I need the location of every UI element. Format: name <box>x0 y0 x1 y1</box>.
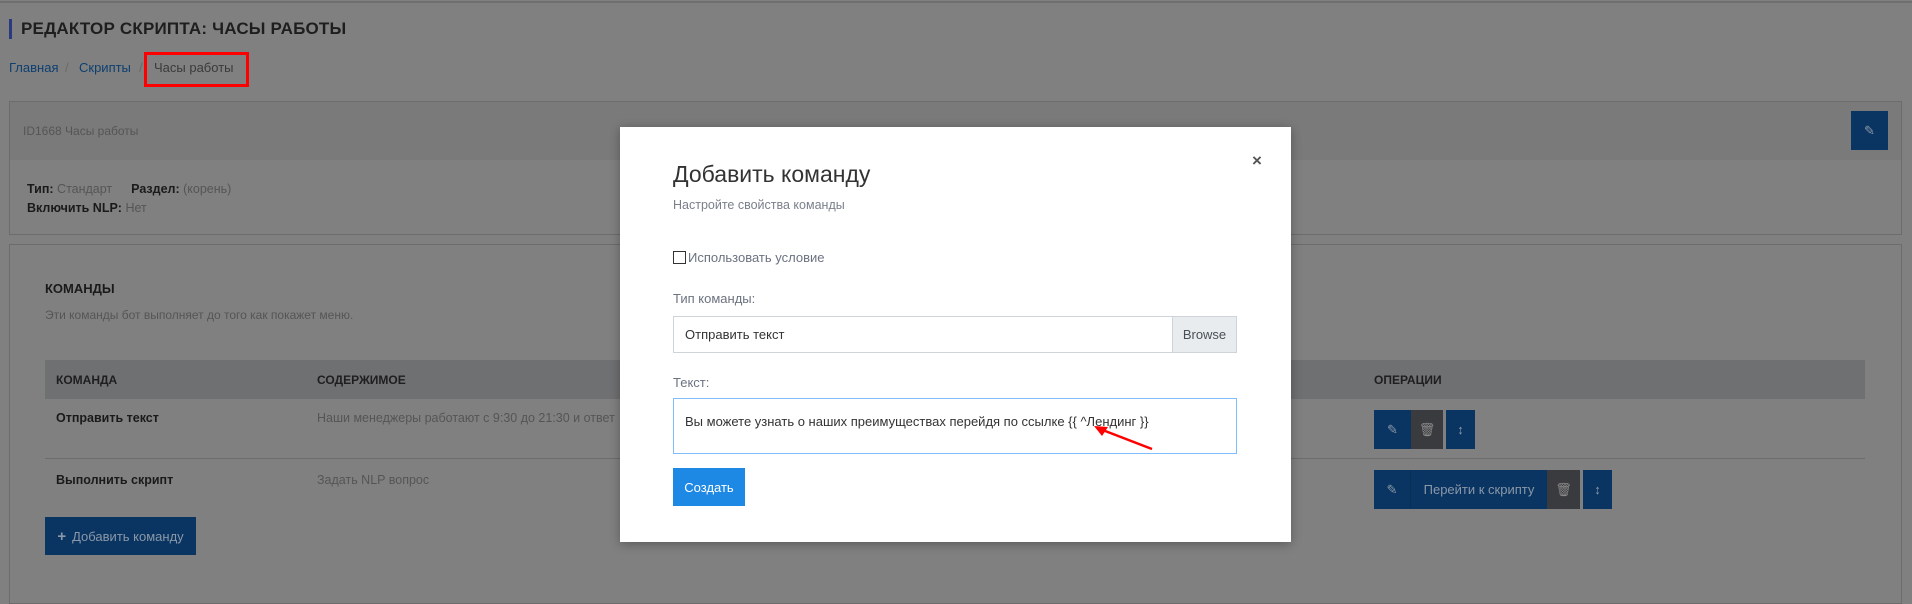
breadcrumb-separator: / <box>139 60 143 75</box>
command-type-input[interactable] <box>673 316 1173 353</box>
nlp-value: Нет <box>125 201 147 215</box>
goto-script-button[interactable]: Перейти к скрипту <box>1411 470 1547 509</box>
nlp-label: Включить NLP: <box>27 201 122 215</box>
trash-icon: 🗑 <box>1555 481 1572 497</box>
row-1-command: Отправить текст <box>56 411 159 425</box>
row-2-command: Выполнить скрипт <box>56 473 174 487</box>
column-header-command: КОМАНДА <box>56 373 118 387</box>
use-condition-checkbox-row[interactable]: Использовать условие <box>673 250 825 265</box>
type-value: Стандарт <box>57 182 113 196</box>
column-header-operations: ОПЕРАЦИИ <box>1374 373 1442 387</box>
annotation-highlight-box <box>144 52 249 87</box>
commands-description: Эти команды бот выполняет до того как по… <box>45 308 354 322</box>
create-button[interactable]: Создать <box>673 468 745 506</box>
breadcrumb-home[interactable]: Главная <box>9 60 58 75</box>
delete-command-button[interactable]: 🗑 <box>1411 410 1443 449</box>
type-label: Тип: <box>27 182 54 196</box>
edit-icon: ✎ <box>1386 481 1398 497</box>
row-1-operations: ✎ 🗑 ↕ <box>1374 410 1475 449</box>
add-command-label: Добавить команду <box>72 528 184 544</box>
close-button[interactable]: × <box>1252 126 1262 196</box>
column-header-content: СОДЕРЖИМОЕ <box>317 373 406 387</box>
breadcrumb-separator: / <box>65 60 69 75</box>
delete-command-button[interactable]: 🗑 <box>1547 470 1580 509</box>
text-label: Текст: <box>673 375 710 390</box>
edit-command-button[interactable]: ✎ <box>1374 470 1411 509</box>
modal-subtitle: Настройте свойства команды <box>673 198 845 212</box>
section-label: Раздел: <box>131 182 180 196</box>
use-condition-checkbox[interactable] <box>673 251 686 264</box>
browse-button[interactable]: Browse <box>1172 316 1237 353</box>
add-command-button[interactable]: + Добавить команду <box>45 517 196 555</box>
annotation-arrow-icon <box>1094 426 1153 451</box>
reorder-handle[interactable]: ↕ <box>1583 470 1612 509</box>
use-condition-label: Использовать условие <box>688 250 825 265</box>
row-2-operations: ✎ Перейти к скрипту 🗑 ↕ <box>1374 470 1612 509</box>
row-1-content: Наши менеджеры работают с 9:30 до 21:30 … <box>317 411 615 425</box>
modal-title: Добавить команду <box>673 161 871 187</box>
plus-icon: + <box>57 527 67 545</box>
edit-script-button[interactable]: ✎ <box>1851 111 1888 150</box>
row-2-content: Задать NLP вопрос <box>317 473 430 487</box>
add-command-modal: Добавить команду Настройте свойства кома… <box>620 127 1291 542</box>
edit-command-button[interactable]: ✎ <box>1374 410 1411 449</box>
edit-icon: ✎ <box>1864 122 1875 138</box>
command-type-label: Тип команды: <box>673 291 756 306</box>
page-title: РЕДАКТОР СКРИПТА: ЧАСЫ РАБОТЫ <box>9 19 346 39</box>
breadcrumb-scripts[interactable]: Скрипты <box>79 60 131 75</box>
commands-title: КОМАНДЫ <box>45 281 115 296</box>
arrows-vertical-icon: ↕ <box>1457 422 1464 437</box>
top-divider <box>0 1 1912 3</box>
script-id-title: ID1668 Часы работы <box>23 124 139 138</box>
trash-icon: 🗑 <box>1418 421 1436 437</box>
script-type-info: Тип: Стандарт Раздел: (корень) <box>27 182 231 196</box>
nlp-info: Включить NLP: Нет <box>27 201 147 215</box>
edit-icon: ✎ <box>1387 421 1398 437</box>
section-value: (корень) <box>183 182 232 196</box>
arrows-vertical-icon: ↕ <box>1594 482 1601 497</box>
reorder-handle[interactable]: ↕ <box>1446 410 1475 449</box>
